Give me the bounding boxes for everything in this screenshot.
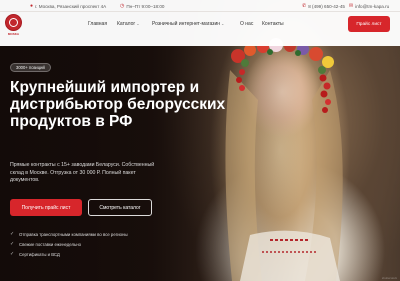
feature-item: ✓ Свежие поставки еженедельно: [10, 239, 210, 249]
photo-watermark: shutterstock: [381, 276, 397, 280]
check-icon: ✓: [10, 251, 15, 257]
feature-list: ✓ Отправка транспортными компаниями во в…: [10, 229, 210, 259]
clock-icon: ◷: [120, 3, 125, 9]
nav-item-catalog-label: Каталог: [117, 21, 136, 27]
hero-description: Прямые контракты с 15+ заводами Беларуси…: [10, 162, 155, 183]
nav-item-retail-store-label: Розничный интернет-магазин: [152, 21, 221, 27]
site-header: ● г. Москва, Рязанский проспект 4А ◷ Пн–…: [0, 0, 400, 46]
topbar-address-text: г. Москва, Рязанский проспект 4А: [35, 3, 107, 9]
feature-text: Сертификаты и ВСД: [19, 251, 60, 257]
chevron-down-icon: ⌄: [136, 21, 140, 26]
price-list-button[interactable]: Прайс лист: [348, 16, 390, 32]
topbar-phone[interactable]: ✆ 8 (499) 650-42-45: [302, 3, 345, 9]
nav-item-contacts[interactable]: Контакты: [262, 21, 284, 27]
logo-emblem: [9, 18, 18, 27]
header-divider: [0, 11, 400, 12]
topbar-hours-text: Пн–Пт 9:00–18:00: [126, 3, 165, 9]
feature-text: Свежие поставки еженедельно: [19, 241, 82, 247]
nav-item-about[interactable]: О нас: [240, 21, 253, 27]
topbar-hours: ◷ Пн–Пт 9:00–18:00: [120, 3, 164, 9]
hero-title: Крупнейший импортер и дистрибьютор белор…: [10, 79, 226, 131]
logo-text: MOSKA: [7, 32, 20, 36]
get-price-list-button[interactable]: Получить прайс лист: [10, 199, 82, 216]
nav-item-catalog[interactable]: Каталог⌄: [117, 21, 140, 27]
site-logo[interactable]: [5, 14, 22, 31]
mail-icon: ✉: [349, 3, 354, 9]
phone-icon: ✆: [302, 3, 307, 9]
view-catalog-button[interactable]: Смотреть каталог: [88, 199, 152, 216]
feature-item: ✓ Отправка транспортными компаниями во в…: [10, 229, 210, 239]
chevron-down-icon: ⌄: [221, 21, 225, 26]
feature-item: ✓ Сертификаты и ВСД: [10, 249, 210, 259]
check-icon: ✓: [10, 231, 15, 237]
topbar-email[interactable]: ✉ info@tm-kapa.ru: [349, 3, 389, 9]
nav-item-retail-store[interactable]: Розничный интернет-магазин⌄: [152, 21, 224, 27]
topbar-phone-text[interactable]: 8 (499) 650-42-45: [308, 4, 345, 9]
location-pin-icon: ●: [30, 3, 34, 9]
nav-item-home[interactable]: Главная: [88, 21, 107, 27]
topbar-email-text[interactable]: info@tm-kapa.ru: [355, 4, 389, 9]
feature-text: Отправка транспортными компаниями во все…: [19, 231, 128, 237]
check-icon: ✓: [10, 241, 15, 247]
topbar-address: ● г. Москва, Рязанский проспект 4А: [30, 3, 106, 9]
product-count-badge: 3000+ позиций: [10, 63, 51, 72]
